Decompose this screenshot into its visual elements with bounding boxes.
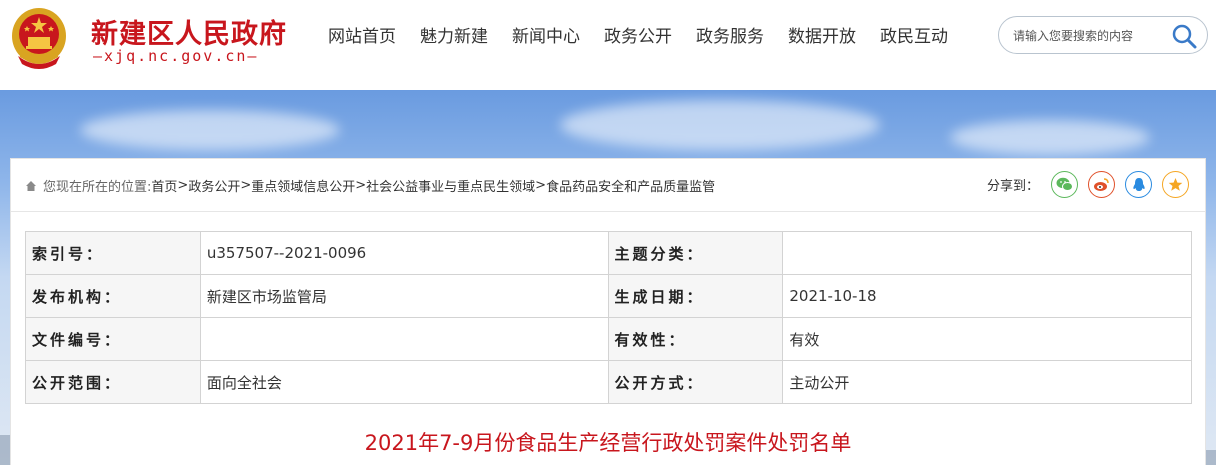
share-wechat-button[interactable] — [1051, 171, 1078, 198]
nav-item-home[interactable]: 网站首页 — [316, 22, 408, 52]
main-nav: 网站首页 魅力新建 新闻中心 政务公开 政务服务 数据开放 政民互动 — [316, 22, 960, 52]
nav-item-open-data[interactable]: 数据开放 — [776, 22, 868, 52]
nav-item-interaction[interactable]: 政民互动 — [868, 22, 960, 52]
breadcrumb-separator: > — [177, 178, 189, 193]
meta-key: 主题分类： — [607, 231, 784, 275]
meta-key: 文件编号： — [25, 317, 201, 361]
meta-key: 发布机构： — [25, 274, 201, 318]
wechat-icon — [1056, 177, 1073, 191]
national-emblem-icon[interactable] — [10, 6, 68, 72]
star-icon — [1168, 178, 1183, 191]
breadcrumb-separator: > — [355, 178, 367, 193]
search-input[interactable] — [1013, 26, 1163, 46]
breadcrumb-lead: 您现在所在的位置: — [43, 180, 152, 195]
breadcrumb: 您现在所在的位置: 首页 > 政务公开 > 重点领域信息公开 > 社会公益事业与… — [25, 176, 715, 195]
table-row: 公开范围： 面向全社会 公开方式： 主动公开 — [25, 360, 1192, 404]
meta-key: 生成日期： — [607, 274, 784, 318]
meta-value: 2021-10-18 — [782, 274, 1192, 318]
share-bar: 分享到： — [987, 171, 1189, 198]
meta-value: u357507--2021-0096 — [199, 231, 609, 275]
meta-value — [199, 317, 609, 361]
breadcrumb-separator: > — [535, 178, 547, 193]
nav-item-charm[interactable]: 魅力新建 — [408, 22, 500, 52]
breadcrumb-separator: > — [240, 178, 252, 193]
meta-key: 有效性： — [607, 317, 784, 361]
share-weibo-button[interactable] — [1088, 171, 1115, 198]
meta-key: 索引号： — [25, 231, 201, 275]
site-title[interactable]: 新建区人民政府 — [91, 12, 287, 51]
qq-icon — [1132, 177, 1145, 191]
table-row: 索引号： u357507--2021-0096 主题分类： — [25, 231, 1192, 275]
site-header: 新建区人民政府 —xjq.nc.gov.cn— 网站首页 魅力新建 新闻中心 政… — [0, 0, 1216, 90]
weibo-icon — [1094, 178, 1109, 191]
meta-key: 公开方式： — [607, 360, 784, 404]
document-title: 2021年7-9月份食品生产经营行政处罚案件处罚名单 — [364, 431, 852, 455]
meta-key: 公开范围： — [25, 360, 201, 404]
nav-item-news[interactable]: 新闻中心 — [500, 22, 592, 52]
nav-item-gov-service[interactable]: 政务服务 — [684, 22, 776, 52]
search-box — [998, 16, 1208, 54]
meta-value: 主动公开 — [782, 360, 1192, 404]
meta-value: 有效 — [782, 317, 1192, 361]
search-icon[interactable] — [1171, 23, 1197, 49]
breadcrumb-home[interactable]: 首页 — [151, 176, 177, 195]
content-panel: 您现在所在的位置: 首页 > 政务公开 > 重点领域信息公开 > 社会公益事业与… — [10, 158, 1206, 465]
breadcrumb-public-welfare[interactable]: 社会公益事业与重点民生领域 — [366, 176, 535, 195]
home-icon — [26, 180, 36, 191]
breadcrumb-divider — [11, 211, 1205, 212]
share-qzone-button[interactable] — [1162, 171, 1189, 198]
breadcrumb-food-drug-safety[interactable]: 食品药品安全和产品质量监管 — [546, 176, 715, 195]
site-domain: —xjq.nc.gov.cn— — [93, 47, 259, 65]
table-row: 发布机构： 新建区市场监管局 生成日期： 2021-10-18 — [25, 274, 1192, 318]
document-meta-table: 索引号： u357507--2021-0096 主题分类： 发布机构： 新建区市… — [25, 231, 1192, 404]
meta-value: 新建区市场监管局 — [199, 274, 609, 318]
share-label: 分享到： — [986, 179, 1039, 194]
meta-value — [782, 231, 1192, 275]
breadcrumb-key-areas[interactable]: 重点领域信息公开 — [251, 176, 355, 195]
meta-value: 面向全社会 — [199, 360, 609, 404]
table-row: 文件编号： 有效性： 有效 — [25, 317, 1192, 361]
breadcrumb-gov-info[interactable]: 政务公开 — [188, 176, 240, 195]
share-qq-button[interactable] — [1125, 171, 1152, 198]
nav-item-gov-info[interactable]: 政务公开 — [592, 22, 684, 52]
